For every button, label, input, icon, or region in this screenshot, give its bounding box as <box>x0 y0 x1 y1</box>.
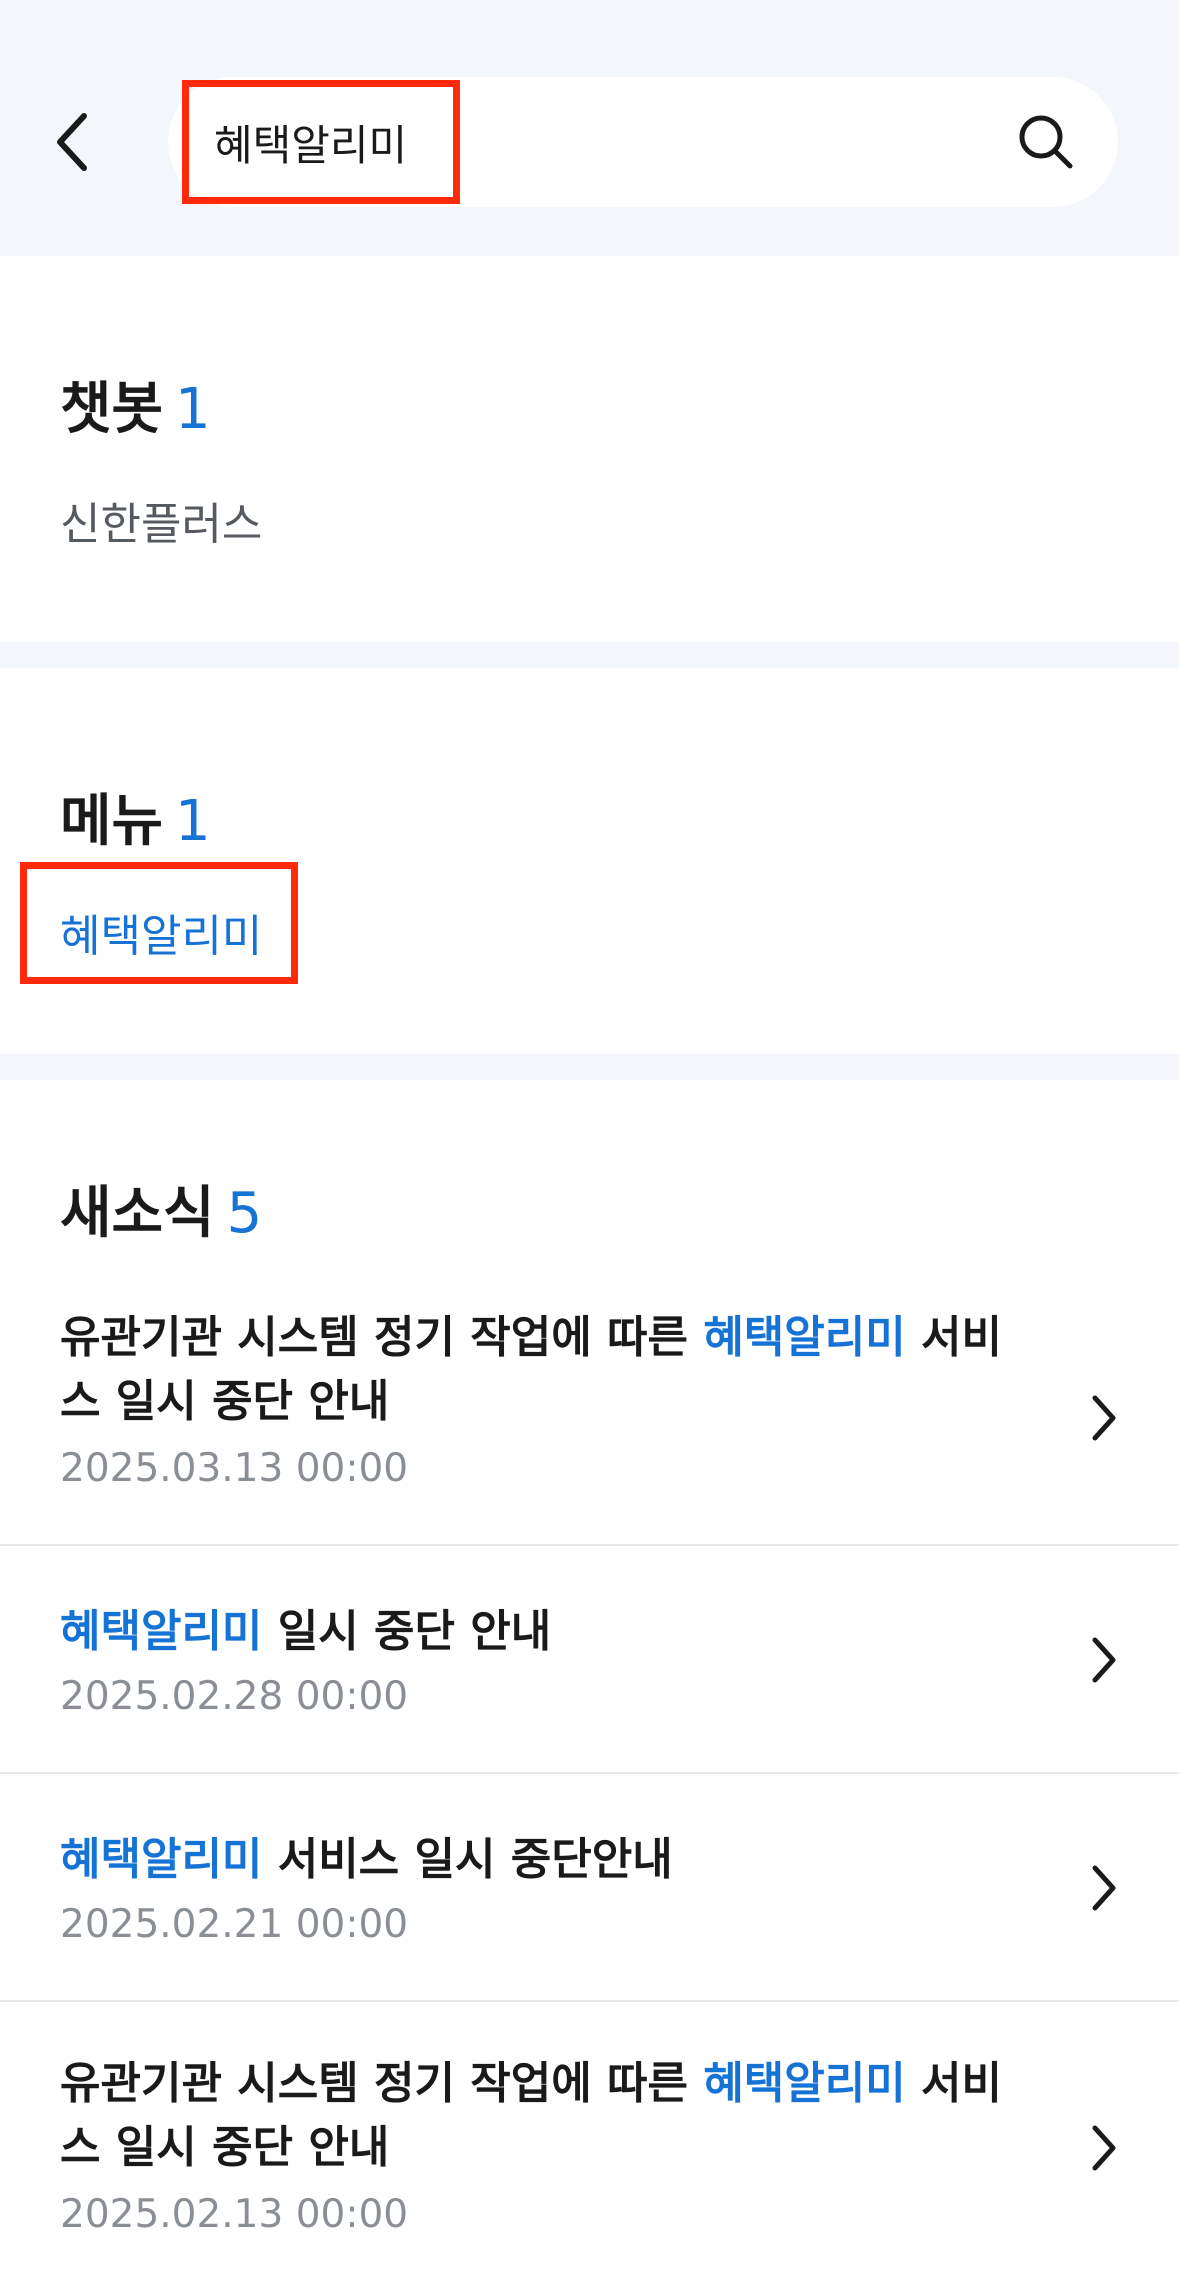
back-button[interactable] <box>40 100 104 184</box>
menu-section-title: 메뉴 1 <box>60 776 211 857</box>
news-item-title: 혜택알리미 일시 중단 안내 <box>60 1600 1040 1664</box>
chatbot-item[interactable]: 신한플러스 <box>60 488 262 552</box>
search-icon <box>1019 115 1073 169</box>
news-item-date: 2025.02.13 00:00 <box>60 2192 409 2237</box>
news-title-text: 유관기관 시스템 정기 작업에 따른 <box>60 2058 704 2109</box>
chevron-left-icon <box>57 113 87 171</box>
chevron-right-icon <box>1092 1865 1116 1911</box>
news-title-keyword: 혜택알리미 <box>60 1606 263 1657</box>
news-title-keyword: 혜택알리미 <box>60 1834 263 1885</box>
menu-section: 메뉴 1 혜택알리미 <box>0 668 1179 1054</box>
chatbot-title-label: 챗봇 <box>60 377 164 442</box>
news-item-title: 유관기관 시스템 정기 작업에 따른 혜택알리미 서비스 일시 중단 안내 <box>60 2052 1040 2180</box>
menu-title-label: 메뉴 <box>60 789 164 854</box>
news-title-keyword: 혜택알리미 <box>703 1312 906 1363</box>
search-bar <box>168 77 1118 207</box>
news-title-text: 일시 중단 안내 <box>262 1606 552 1657</box>
chatbot-section: 챗봇 1 신한플러스 <box>0 256 1179 642</box>
menu-item-benefit-alarm[interactable]: 혜택알리미 <box>60 900 262 964</box>
news-title-text: 유관기관 시스템 정기 작업에 따른 <box>60 1312 704 1363</box>
chatbot-section-title: 챗봇 1 <box>60 364 211 445</box>
chatbot-count: 1 <box>175 377 211 442</box>
news-title-text: 서비스 일시 중단안내 <box>262 1834 673 1885</box>
news-item-date: 2025.03.13 00:00 <box>60 1446 409 1491</box>
news-item[interactable]: 혜택알리미 일시 중단 안내 2025.02.28 00:00 <box>0 1546 1179 1774</box>
news-section-title: 새소식 5 <box>60 1168 262 1249</box>
news-item[interactable]: 유관기관 시스템 정기 작업에 따른 혜택알리미 서비스 일시 중단 안내 20… <box>0 2002 1179 2285</box>
section-divider <box>0 1054 1179 1080</box>
news-item-date: 2025.02.28 00:00 <box>60 1674 409 1719</box>
search-button[interactable] <box>1014 110 1078 174</box>
news-title-keyword: 혜택알리미 <box>703 2058 906 2109</box>
news-count: 5 <box>226 1181 263 1246</box>
chevron-right-icon <box>1092 1637 1116 1683</box>
menu-count: 1 <box>175 789 211 854</box>
chevron-right-icon <box>1092 1395 1116 1441</box>
section-divider <box>0 642 1179 668</box>
search-input[interactable] <box>214 77 974 207</box>
news-item-date: 2025.02.21 00:00 <box>60 1902 409 1947</box>
news-item-title: 혜택알리미 서비스 일시 중단안내 <box>60 1828 1040 1892</box>
chevron-right-icon <box>1092 2125 1116 2171</box>
news-title-label: 새소식 <box>60 1181 215 1246</box>
news-item-title: 유관기관 시스템 정기 작업에 따른 혜택알리미 서비스 일시 중단 안내 <box>60 1306 1040 1434</box>
news-item[interactable]: 혜택알리미 서비스 일시 중단안내 2025.02.21 00:00 <box>0 1774 1179 2002</box>
search-header <box>0 0 1179 256</box>
news-item[interactable]: 유관기관 시스템 정기 작업에 따른 혜택알리미 서비스 일시 중단 안내 20… <box>0 1290 1179 1546</box>
